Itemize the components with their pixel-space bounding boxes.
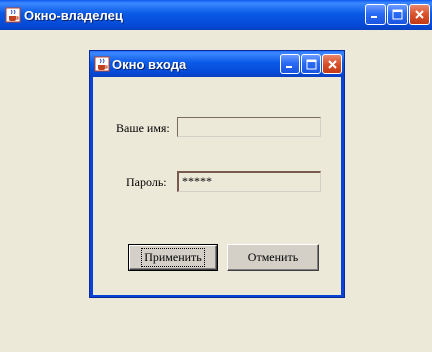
owner-close-button[interactable] — [409, 4, 430, 25]
login-minimize-button[interactable] — [280, 54, 300, 74]
owner-titlebar[interactable]: Окно-владелец — [0, 0, 432, 30]
cancel-button-label: Отменить — [247, 250, 299, 264]
maximize-icon — [306, 59, 316, 69]
password-input[interactable]: ***** — [177, 171, 321, 192]
login-dialog-content: Ваше имя: Пароль: ***** Применить Отмени… — [93, 77, 341, 295]
owner-minimize-button[interactable] — [365, 4, 386, 25]
apply-button-label: Применить — [141, 248, 205, 267]
minimize-icon — [285, 65, 292, 68]
cancel-button[interactable]: Отменить — [227, 244, 319, 271]
login-maximize-button[interactable] — [301, 54, 321, 74]
login-titlebar[interactable]: Окно входа — [90, 51, 344, 77]
java-cup-icon — [94, 56, 110, 72]
apply-button[interactable]: Применить — [128, 244, 218, 271]
owner-window-title: Окно-владелец — [24, 8, 123, 23]
maximize-icon — [392, 9, 403, 20]
java-cup-icon — [5, 7, 21, 23]
username-label: Ваше имя: — [116, 121, 170, 135]
minimize-icon — [371, 16, 377, 18]
login-dialog: Окно входа Ваше имя: Пароль: ***** Приме… — [89, 50, 345, 298]
close-icon — [327, 59, 337, 69]
username-input[interactable] — [177, 117, 321, 137]
login-close-button[interactable] — [322, 54, 342, 74]
owner-maximize-button[interactable] — [387, 4, 408, 25]
close-icon — [415, 10, 424, 19]
login-dialog-title: Окно входа — [112, 57, 187, 72]
password-label: Пароль: — [126, 175, 167, 189]
password-mask: ***** — [182, 174, 212, 188]
